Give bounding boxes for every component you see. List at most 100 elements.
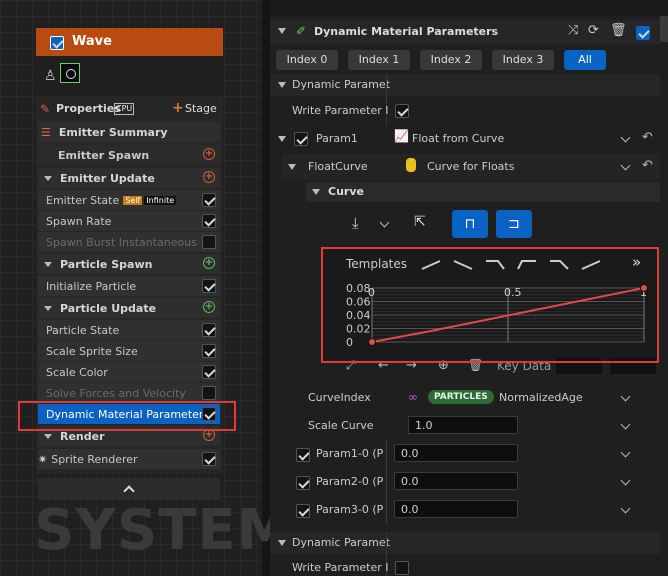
write-param-checkbox[interactable]: [395, 561, 409, 575]
tab-index-1[interactable]: Index 1: [348, 50, 410, 70]
param-value-input[interactable]: 0.0: [394, 444, 518, 462]
self-badge: Self: [123, 195, 143, 205]
collapse-node-button[interactable]: [38, 478, 220, 500]
fit-horizontal-icon[interactable]: ⊓: [452, 210, 488, 238]
chevron-down-icon[interactable]: [620, 419, 631, 430]
param1-value[interactable]: Float from Curve: [412, 132, 504, 145]
expand-arrow-icon[interactable]: [278, 136, 286, 142]
module-label: Particle State: [46, 323, 120, 337]
reset-arrow-icon[interactable]: ↶: [642, 158, 653, 173]
module-row-spawn-burst-instantaneous[interactable]: Spawn Burst Instantaneous: [38, 232, 220, 252]
tab-index-3[interactable]: Index 3: [492, 50, 554, 70]
chevron-down-icon[interactable]: [620, 503, 631, 514]
module-row-solve-forces-and-velocity[interactable]: Solve Forces and Velocity: [38, 383, 220, 403]
emitter-thumbnail[interactable]: [60, 63, 80, 83]
node-title: Wave: [72, 34, 112, 49]
module-enable-checkbox[interactable]: [202, 323, 216, 337]
module-row-particle-state[interactable]: Particle State: [38, 320, 220, 340]
chevron-down-icon[interactable]: [379, 217, 390, 228]
open-external-icon[interactable]: ⇱: [414, 214, 426, 230]
dynamic-params-section[interactable]: Dynamic Paramet: [270, 74, 660, 96]
module-row-emitter-update[interactable]: Emitter Update +: [38, 168, 220, 188]
expand-arrow-icon[interactable]: [312, 189, 320, 195]
module-enable-checkbox[interactable]: [202, 344, 216, 358]
scrollbar-thumb[interactable]: [660, 16, 668, 42]
module-enable-checkbox[interactable]: [202, 214, 216, 228]
write-param-checkbox[interactable]: [395, 104, 409, 118]
panel-splitter[interactable]: [262, 0, 270, 576]
column-divider: [386, 440, 387, 524]
curveindex-value[interactable]: NormalizedAge: [499, 391, 583, 404]
chevron-down-icon[interactable]: [620, 447, 631, 458]
module-row-particle-spawn[interactable]: Particle Spawn +: [38, 254, 220, 274]
scale-curve-input[interactable]: 1.0: [408, 416, 518, 434]
param-value-input[interactable]: 0.0: [394, 500, 518, 518]
stage-button[interactable]: Stage: [185, 102, 217, 115]
module-enable-checkbox[interactable]: [202, 235, 216, 249]
module-enable-checkbox[interactable]: [202, 386, 216, 400]
chevron-down-icon[interactable]: [620, 160, 631, 171]
refresh-icon[interactable]: ⟳: [588, 23, 599, 38]
module-enable-checkbox[interactable]: [202, 279, 216, 293]
module-enable-checkbox[interactable]: [202, 365, 216, 379]
expand-arrow-icon: [44, 433, 52, 439]
param-label: Param2-0 (P: [316, 475, 384, 488]
shuffle-icon[interactable]: ⤨: [568, 23, 578, 38]
param-value-input[interactable]: 0.0: [394, 472, 518, 490]
module-label: Particle Update: [60, 301, 157, 315]
infinite-badge: Infinite: [144, 195, 177, 205]
add-module-icon[interactable]: +: [203, 301, 215, 313]
module-enable-checkbox[interactable]: [636, 26, 650, 40]
expand-arrow-icon: [44, 305, 52, 311]
add-module-icon[interactable]: +: [203, 257, 215, 269]
section-label: Dynamic Paramet: [292, 536, 390, 549]
tab-index-2[interactable]: Index 2: [420, 50, 482, 70]
module-row-scale-color[interactable]: Scale Color: [38, 362, 220, 382]
reset-arrow-icon[interactable]: ↶: [642, 130, 653, 145]
module-row-spawn-rate[interactable]: Spawn Rate: [38, 211, 220, 231]
curve-chart-icon: 📈: [394, 129, 409, 143]
param1-checkbox[interactable]: [294, 132, 308, 146]
module-row-scale-sprite-size[interactable]: Scale Sprite Size: [38, 341, 220, 361]
delete-icon[interactable]: 🗑: [610, 23, 627, 38]
expand-arrow-icon[interactable]: [288, 164, 296, 170]
curveindex-label: CurveIndex: [308, 391, 371, 404]
module-row-particle-update[interactable]: Particle Update +: [38, 298, 220, 318]
fit-vertical-icon[interactable]: ⊐: [496, 210, 532, 238]
particles-badge: PARTICLES: [428, 390, 494, 404]
module-enable-checkbox[interactable]: [202, 452, 216, 466]
floatcurve-value[interactable]: Curve for Floats: [427, 160, 514, 173]
param-checkbox[interactable]: [296, 448, 310, 462]
node-header[interactable]: Wave: [36, 28, 223, 56]
summary-icon: ☰: [41, 125, 51, 139]
expand-arrow-icon: [44, 175, 52, 181]
dynamic-params-section-2[interactable]: Dynamic Paramet: [270, 532, 660, 554]
module-row-initialize-particle[interactable]: Initialize Particle: [38, 276, 220, 296]
chevron-down-icon[interactable]: [620, 132, 631, 143]
ring-icon: [66, 69, 76, 79]
param-checkbox[interactable]: [296, 476, 310, 490]
tab-all[interactable]: All: [564, 50, 606, 70]
module-label: Scale Sprite Size: [46, 344, 138, 358]
properties-row[interactable]: ✎ Properties CPU + Stage: [38, 99, 220, 119]
module-row-sprite-renderer[interactable]: ✷ Sprite Renderer: [38, 449, 220, 469]
add-module-icon[interactable]: +: [203, 148, 215, 160]
import-curve-icon[interactable]: ⤓: [352, 214, 359, 232]
module-row-emitter-summary[interactable]: ☰ Emitter Summary: [38, 122, 220, 142]
add-stage-icon: +: [172, 100, 184, 116]
tab-index-0[interactable]: Index 0: [276, 50, 338, 70]
expand-arrow-icon[interactable]: [278, 28, 286, 34]
chevron-down-icon[interactable]: [620, 475, 631, 486]
module-row-emitter-spawn[interactable]: Emitter Spawn +: [38, 145, 220, 165]
chevron-down-icon[interactable]: [620, 391, 631, 402]
write-param-row-2: Write Parameter I: [270, 556, 660, 576]
add-module-icon[interactable]: +: [203, 171, 215, 183]
node-enable-checkbox[interactable]: [50, 36, 64, 50]
emitter-icon: ♙: [44, 68, 57, 84]
module-enable-checkbox[interactable]: [202, 193, 216, 207]
param-checkbox[interactable]: [296, 504, 310, 518]
module-label: Solve Forces and Velocity: [46, 386, 186, 400]
module-row-emitter-state[interactable]: Emitter State Self Infinite: [38, 190, 220, 210]
scale-curve-label: Scale Curve: [308, 419, 374, 432]
curve-row: Curve: [306, 182, 660, 202]
